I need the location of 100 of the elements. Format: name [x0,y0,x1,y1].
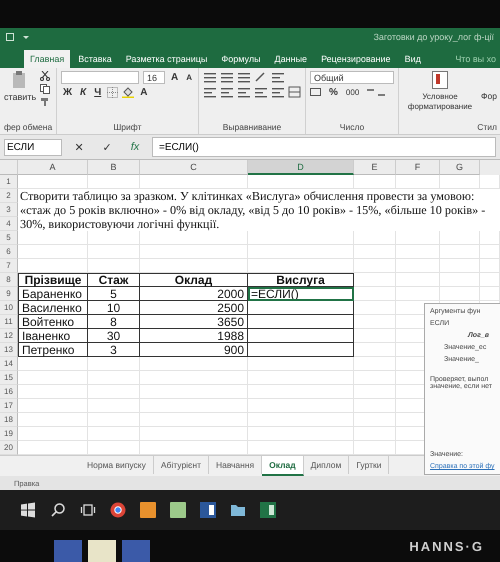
sheet-tab[interactable]: Гуртки [349,456,390,474]
row-number[interactable]: 12 [0,329,18,343]
font-style-button[interactable]: Ж [61,87,74,98]
spreadsheet-app-icon[interactable] [260,502,276,518]
dropdown-icon[interactable] [22,33,30,41]
row-number[interactable]: 18 [0,413,18,427]
wrap-text-icon[interactable] [271,71,284,83]
search-icon[interactable] [50,502,66,518]
copy-icon[interactable] [40,84,50,94]
row-number[interactable]: 9 [0,287,18,301]
column-header[interactable]: A [18,160,88,175]
row-number[interactable]: 19 [0,427,18,441]
align-icon[interactable] [237,86,250,98]
sheet-tab[interactable]: Диплом [304,456,350,474]
cut-icon[interactable] [40,71,50,81]
ribbon-tab[interactable]: Разметка страницы [120,50,214,68]
sticker [122,540,150,562]
font-color-button[interactable]: A [138,87,150,98]
ribbon-tab[interactable]: Вид [398,50,427,68]
font-style-button[interactable]: Ч [92,87,104,98]
font-size-field[interactable]: 16 [143,71,165,84]
column-header[interactable]: F [396,160,440,175]
align-icon[interactable] [220,71,234,83]
table-cell: Іваненко [18,329,88,343]
row-number[interactable]: 17 [0,399,18,413]
column-header[interactable]: G [440,160,480,175]
fill-color-icon[interactable] [122,87,134,98]
column-header[interactable]: E [354,160,396,175]
group-label: Стил [476,122,497,134]
ribbon-tab[interactable]: Вставка [72,50,118,68]
insert-function-button[interactable]: fx [124,140,146,154]
ribbon-tab[interactable]: Данные [268,50,314,68]
browser-icon[interactable] [110,502,126,518]
window-title: Заготовки до уроку_лог ф-ції [373,32,494,42]
table-cell[interactable] [248,301,354,315]
row-number[interactable]: 16 [0,385,18,399]
tell-me-field[interactable]: Что вы хо [451,50,500,68]
percent-button[interactable]: % [327,87,340,98]
number-format-field[interactable]: Общий [310,71,394,84]
windows-logo-icon[interactable] [20,502,36,518]
borders-icon[interactable] [107,87,118,98]
conditional-formatting-icon[interactable] [432,71,448,89]
row-number[interactable]: 3 [0,203,18,217]
align-icon[interactable] [237,71,250,83]
formula-field[interactable]: =ЕСЛИ() [152,137,496,157]
column-header[interactable]: C [140,160,248,175]
column-header[interactable]: D [248,160,354,175]
align-icon[interactable] [203,86,216,98]
monitor-brand: HANNS·G [409,538,484,554]
table-cell: 900 [140,343,248,357]
document-app-icon[interactable] [200,502,216,518]
paste-label[interactable]: ставить [4,92,36,102]
row-number[interactable]: 4 [0,217,18,231]
row-number[interactable]: 6 [0,245,18,259]
row-number[interactable]: 8 [0,273,18,287]
column-heading: Прізвище [18,273,88,287]
ribbon-tab[interactable]: Главная [24,50,70,68]
align-icon[interactable] [220,86,234,98]
ribbon-tab[interactable]: Формулы [215,50,267,68]
column-header[interactable]: B [88,160,140,175]
thousands-button[interactable]: 000 [344,88,362,97]
row-number[interactable]: 5 [0,231,18,245]
ribbon-tab[interactable]: Рецензирование [315,50,397,68]
sheet-tab[interactable]: Абітурієнт [154,456,209,474]
row-number[interactable]: 7 [0,259,18,273]
table-cell[interactable] [248,343,354,357]
row-number[interactable]: 14 [0,357,18,371]
conditional-formatting-button[interactable]: Условное форматирование [403,92,478,112]
brush-icon[interactable] [40,97,50,107]
font-style-button[interactable]: К [78,87,88,98]
row-number[interactable]: 15 [0,371,18,385]
row-number[interactable]: 20 [0,441,18,455]
name-box[interactable]: ЕСЛИ [4,138,62,156]
table-cell: Бараненко [18,287,88,301]
row-number[interactable]: 1 [0,175,18,189]
grow-font-button[interactable]: A [169,72,180,83]
enter-button[interactable]: ✓ [96,140,118,154]
row-number[interactable]: 10 [0,301,18,315]
row-number[interactable]: 2 [0,189,18,203]
align-icon[interactable] [203,71,216,83]
table-cell: 3650 [140,315,248,329]
shrink-font-button[interactable]: A [184,73,194,82]
sheet-tab[interactable]: Оклад [262,456,304,476]
sheet-tab[interactable]: Норма випуску [80,456,154,474]
align-icon[interactable] [271,86,284,98]
format-table-button[interactable]: Фор [481,71,497,122]
table-cell[interactable] [248,329,354,343]
task-view-icon[interactable] [80,502,96,518]
align-icon[interactable] [254,86,268,98]
cancel-button[interactable]: ✕ [68,140,90,154]
font-name-field[interactable] [61,71,139,84]
folder-icon[interactable] [230,502,246,518]
row-number[interactable]: 11 [0,315,18,329]
orientation-icon[interactable] [254,71,268,83]
row-number[interactable]: 13 [0,343,18,357]
merge-icon[interactable] [288,86,302,98]
column-heading: Оклад [140,273,248,287]
active-cell[interactable]: =ЕСЛИ() [248,287,354,301]
save-icon[interactable] [6,33,14,41]
table-cell[interactable] [248,315,354,329]
